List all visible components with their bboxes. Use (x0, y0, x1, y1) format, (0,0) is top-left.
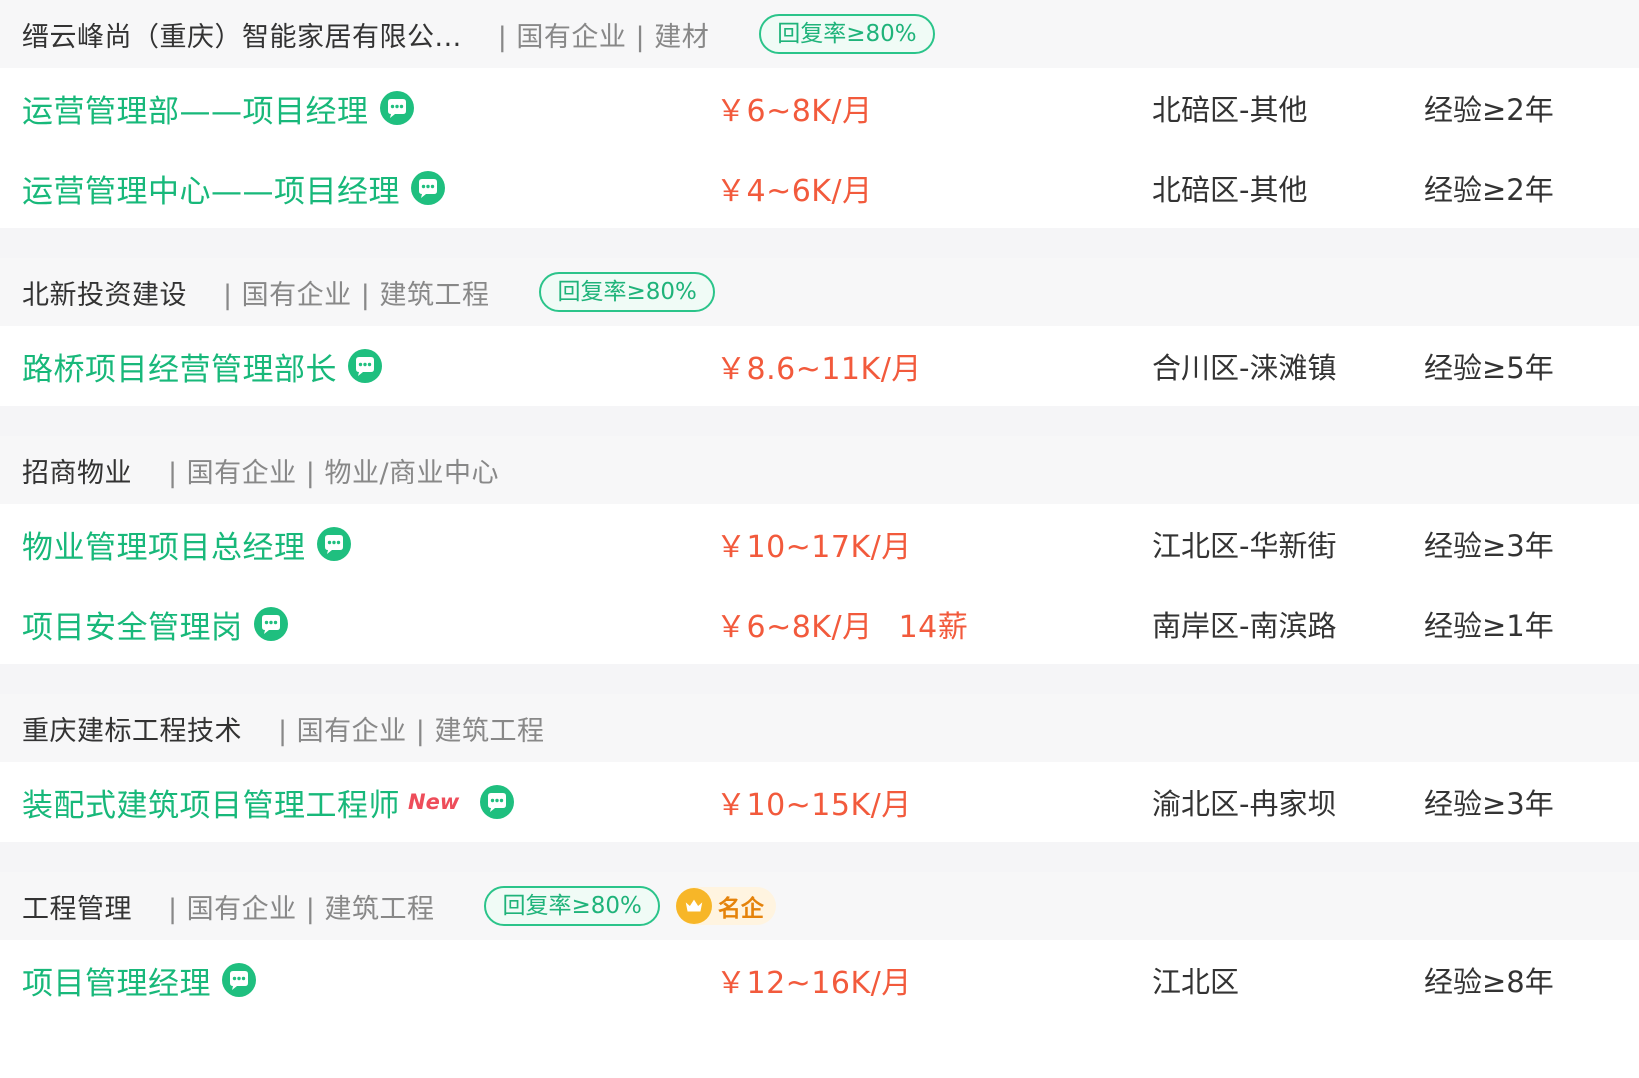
company-name[interactable]: 重庆建标工程技术 (22, 709, 242, 748)
experience-requirement: 经验≥3年 (1424, 529, 1554, 563)
experience-requirement: 经验≥3年 (1424, 787, 1554, 821)
chat-icon[interactable] (410, 170, 446, 206)
job-location: 江北区 (1152, 965, 1240, 999)
company-tags: | 国有企业 | 建筑工程 (278, 715, 545, 747)
reply-rate-badge: 回复率≥80% (539, 272, 715, 312)
chat-icon[interactable] (347, 348, 383, 384)
job-title-link[interactable]: 项目管理经理 (22, 958, 211, 1003)
chat-icon[interactable] (379, 90, 415, 126)
company-tags: | 国有企业 | 物业/商业中心 (168, 457, 500, 489)
salary: ￥10~17K/月 (716, 522, 912, 566)
experience-requirement: 经验≥2年 (1424, 173, 1554, 207)
company-tags: | 国有企业 | 建筑工程 (223, 279, 490, 311)
job-row[interactable]: 运营管理中心——项目经理 ￥4~6K/月 北碚区-其他 经验≥2年 (0, 148, 1639, 228)
company-block: 北新投资建设 | 国有企业 | 建筑工程 回复率≥80% 路桥项目经营管理部长 ￥8.… (0, 258, 1639, 406)
salary-bonus: 14薪 (898, 610, 969, 645)
job-rows: 装配式建筑项目管理工程师 New ￥10~15K/月 渝北区-冉家坝 经验≥3年 (0, 762, 1639, 842)
job-title-link[interactable]: 运营管理部——项目经理 (22, 86, 369, 131)
job-location: 合川区-涞滩镇 (1152, 351, 1337, 385)
salary-range: ￥10~15K/月 (716, 788, 912, 823)
job-title-wrap: 项目管理经理 (22, 958, 257, 1003)
company-name[interactable]: 北新投资建设 (22, 273, 187, 312)
salary: ￥10~15K/月 (716, 780, 912, 824)
salary: ￥8.6~11K/月 (716, 344, 922, 388)
salary-range: ￥8.6~11K/月 (716, 352, 922, 387)
reply-rate-badge: 回复率≥80% (759, 14, 935, 54)
salary-range: ￥4~6K/月 (716, 174, 873, 209)
job-title-link[interactable]: 运营管理中心——项目经理 (22, 166, 400, 211)
salary-range: ￥6~8K/月 (716, 610, 873, 645)
job-location: 南岸区-南滨路 (1152, 609, 1337, 643)
job-row[interactable]: 装配式建筑项目管理工程师 New ￥10~15K/月 渝北区-冉家坝 经验≥3年 (0, 762, 1639, 842)
job-title-link[interactable]: 装配式建筑项目管理工程师 (22, 780, 400, 825)
job-row[interactable]: 物业管理项目总经理 ￥10~17K/月 江北区-华新街 经验≥3年 (0, 504, 1639, 584)
company-block: 重庆建标工程技术 | 国有企业 | 建筑工程装配式建筑项目管理工程师 New ￥10… (0, 694, 1639, 842)
job-row[interactable]: 运营管理部——项目经理 ￥6~8K/月 北碚区-其他 经验≥2年 (0, 68, 1639, 148)
famous-company-badge: 名企 (675, 887, 776, 925)
job-location: 江北区-华新街 (1152, 529, 1337, 563)
experience-requirement: 经验≥1年 (1424, 609, 1554, 643)
job-title-wrap: 运营管理部——项目经理 (22, 86, 415, 131)
company-name[interactable]: 工程管理 (22, 887, 132, 926)
chat-icon[interactable] (316, 526, 352, 562)
job-title-wrap: 路桥项目经营管理部长 (22, 344, 383, 389)
salary: ￥6~8K/月 14薪 (716, 602, 968, 646)
company-header: 招商物业 | 国有企业 | 物业/商业中心 (0, 436, 1639, 504)
company-tags: | 国有企业 | 建材 (497, 21, 710, 53)
job-title-link[interactable]: 路桥项目经营管理部长 (22, 344, 337, 389)
famous-label: 名企 (717, 896, 764, 922)
experience-requirement: 经验≥5年 (1424, 351, 1554, 385)
job-location: 北碚区-其他 (1152, 173, 1308, 207)
chat-icon[interactable] (221, 962, 257, 998)
company-block: 工程管理 | 国有企业 | 建筑工程 回复率≥80% 名企项目管理经理 ￥12~16K… (0, 872, 1639, 1020)
job-list: 缙云峰尚（重庆）智能家居有限公... | 国有企业 | 建材 回复率≥80% 运营管理… (0, 0, 1639, 1020)
company-header: 北新投资建设 | 国有企业 | 建筑工程 回复率≥80% (0, 258, 1639, 326)
salary-range: ￥10~17K/月 (716, 530, 912, 565)
job-location: 北碚区-其他 (1152, 93, 1308, 127)
company-header: 工程管理 | 国有企业 | 建筑工程 回复率≥80% 名企 (0, 872, 1639, 940)
salary: ￥12~16K/月 (716, 958, 912, 1002)
job-rows: 运营管理部——项目经理 ￥6~8K/月 北碚区-其他 经验≥2年 运营管理中心——项目… (0, 68, 1639, 228)
company-block: 缙云峰尚（重庆）智能家居有限公... | 国有企业 | 建材 回复率≥80% 运营管理… (0, 0, 1639, 228)
job-rows: 物业管理项目总经理 ￥10~17K/月 江北区-华新街 经验≥3年项目安全管理岗 ￥… (0, 504, 1639, 664)
job-row[interactable]: 项目管理经理 ￥12~16K/月 江北区 经验≥8年 (0, 940, 1639, 1020)
job-rows: 项目管理经理 ￥12~16K/月 江北区 经验≥8年 (0, 940, 1639, 1020)
company-name[interactable]: 缙云峰尚（重庆）智能家居有限公... (22, 15, 462, 54)
salary-range: ￥6~8K/月 (716, 94, 873, 129)
experience-requirement: 经验≥2年 (1424, 93, 1554, 127)
company-block: 招商物业 | 国有企业 | 物业/商业中心物业管理项目总经理 ￥10~17K/月 江… (0, 436, 1639, 664)
job-title-wrap: 装配式建筑项目管理工程师 New (22, 780, 515, 825)
salary: ￥4~6K/月 (716, 166, 873, 210)
chat-icon[interactable] (253, 606, 289, 642)
job-title-link[interactable]: 项目安全管理岗 (22, 602, 243, 647)
chat-icon[interactable] (479, 784, 515, 820)
company-header: 缙云峰尚（重庆）智能家居有限公... | 国有企业 | 建材 回复率≥80% (0, 0, 1639, 68)
job-title-wrap: 物业管理项目总经理 (22, 522, 352, 567)
salary-range: ￥12~16K/月 (716, 966, 912, 1001)
job-title-wrap: 项目安全管理岗 (22, 602, 289, 647)
experience-requirement: 经验≥8年 (1424, 965, 1554, 999)
job-rows: 路桥项目经营管理部长 ￥8.6~11K/月 合川区-涞滩镇 经验≥5年 (0, 326, 1639, 406)
company-header: 重庆建标工程技术 | 国有企业 | 建筑工程 (0, 694, 1639, 762)
new-badge: New (408, 790, 460, 814)
job-title-wrap: 运营管理中心——项目经理 (22, 166, 446, 211)
job-row[interactable]: 路桥项目经营管理部长 ￥8.6~11K/月 合川区-涞滩镇 经验≥5年 (0, 326, 1639, 406)
reply-rate-badge: 回复率≥80% (484, 886, 660, 926)
job-location: 渝北区-冉家坝 (1152, 787, 1337, 821)
job-row[interactable]: 项目安全管理岗 ￥6~8K/月 14薪 南岸区-南滨路 经验≥1年 (0, 584, 1639, 664)
job-title-link[interactable]: 物业管理项目总经理 (22, 522, 306, 567)
company-name[interactable]: 招商物业 (22, 451, 132, 490)
crown-icon (675, 888, 712, 924)
salary: ￥6~8K/月 (716, 86, 873, 130)
company-tags: | 国有企业 | 建筑工程 (168, 893, 435, 925)
